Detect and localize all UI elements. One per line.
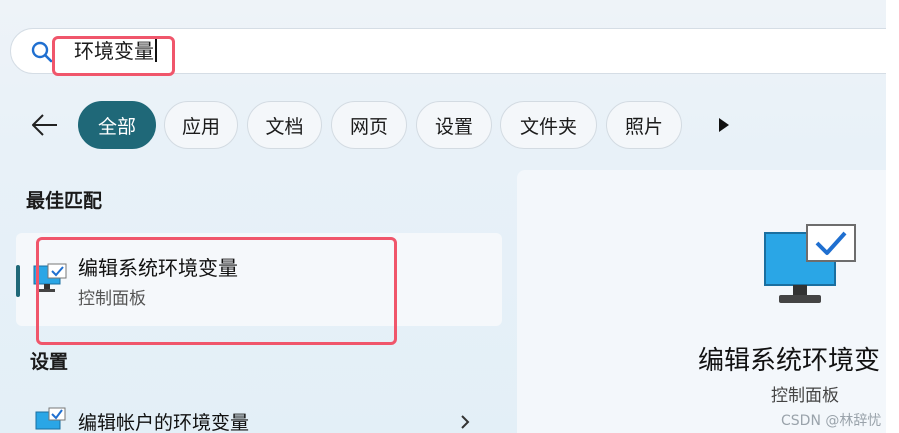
tab-apps-label: 应用 (181, 115, 220, 138)
settings-heading: 设置 (30, 351, 69, 373)
tab-apps[interactable]: 应用 (164, 101, 238, 149)
monitor-check-icon (764, 224, 856, 303)
tab-folders-label: 文件夹 (519, 115, 577, 138)
tab-folders[interactable]: 文件夹 (500, 101, 597, 149)
settings-item-edit-user-env[interactable]: 编辑帐户的环境变量 (78, 408, 249, 433)
search-highlight-box (52, 36, 175, 76)
play-right-icon[interactable] (717, 116, 731, 134)
tab-photos[interactable]: 照片 (606, 101, 682, 149)
tab-web-label: 网页 (349, 115, 388, 138)
result-highlight-box (36, 237, 397, 345)
monitor-check-icon (35, 407, 66, 430)
tab-photos-label: 照片 (624, 115, 663, 138)
detail-title: 编辑系统环境变 (698, 346, 881, 376)
watermark: CSDN @林辞忧 (781, 413, 882, 429)
tab-all-label: 全部 (97, 115, 136, 138)
settings-item-label: 编辑帐户的环境变量 (78, 412, 250, 433)
detail-subtitle: 控制面板 (771, 386, 839, 406)
tab-settings[interactable]: 设置 (416, 101, 492, 149)
tab-web[interactable]: 网页 (331, 101, 407, 149)
tab-documents[interactable]: 文档 (247, 101, 322, 149)
search-panel: 环境变量 全部 应用 文档 网页 设置 文件夹 照片 最佳匹配 编辑系统环境变量… (0, 0, 886, 433)
best-match-heading: 最佳匹配 (26, 190, 103, 212)
chevron-right-icon[interactable] (458, 414, 472, 430)
search-icon (31, 41, 53, 63)
arrow-left-icon[interactable] (30, 112, 60, 138)
selection-indicator (16, 265, 20, 297)
tab-documents-label: 文档 (265, 115, 304, 138)
tab-all[interactable]: 全部 (78, 101, 156, 149)
tab-settings-label: 设置 (434, 115, 473, 138)
